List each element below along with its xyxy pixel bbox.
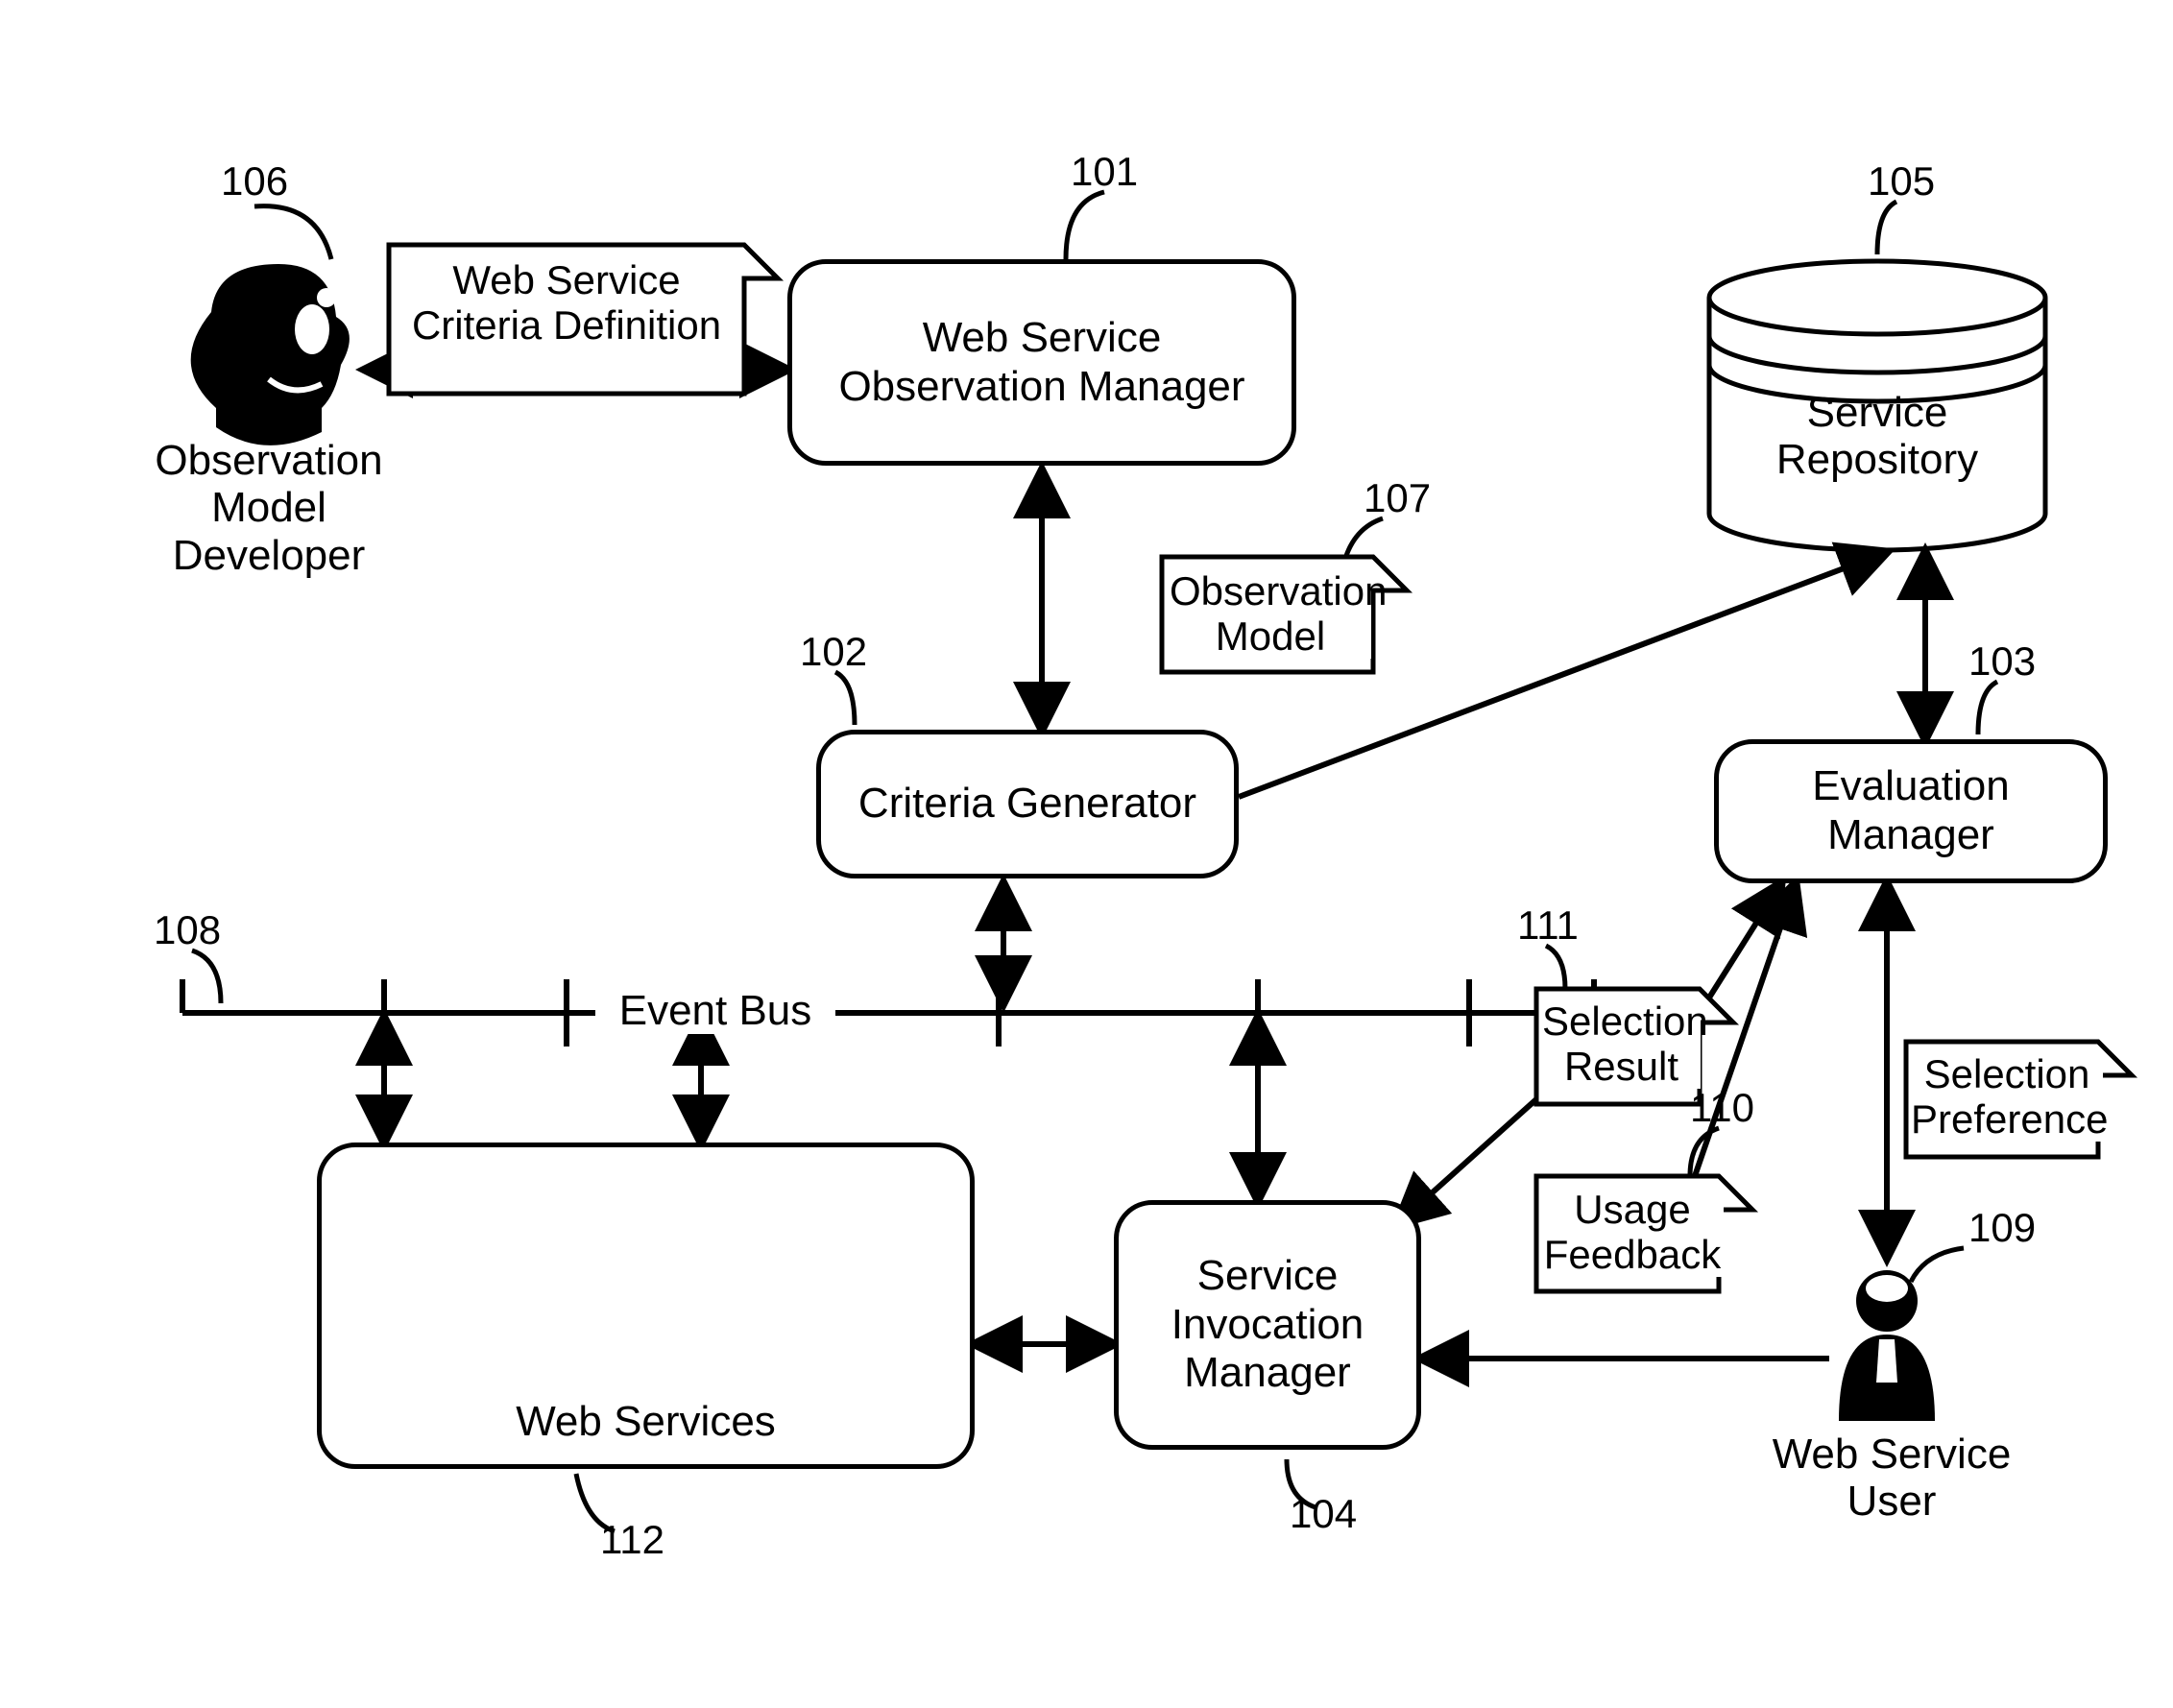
ref-107: 107	[1364, 475, 1431, 521]
ref-106: 106	[221, 158, 288, 204]
tag-selection-preference: Selection Preference	[1911, 1051, 2103, 1142]
ref-104: 104	[1290, 1491, 1357, 1537]
node-evaluation-manager: Evaluation Manager	[1714, 739, 2108, 883]
ref-108: 108	[154, 907, 221, 953]
actor-observation-developer: Observation Model Developer	[134, 437, 403, 579]
ref-103: 103	[1968, 638, 2036, 685]
node-service-repository: Service Repository	[1757, 389, 1997, 484]
tag-usage-feedback: Usage Feedback	[1541, 1187, 1724, 1277]
ref-105: 105	[1868, 158, 1935, 204]
actor-web-service-user: Web Service User	[1757, 1431, 2026, 1526]
ref-110: 110	[1690, 1085, 1754, 1131]
tag-observation-model: Observation Model	[1170, 568, 1371, 659]
tag-selection-result: Selection Result	[1542, 998, 1701, 1089]
node-criteria-generator: Criteria Generator	[816, 730, 1239, 878]
event-bus-label: Event Bus	[595, 987, 835, 1034]
ref-112: 112	[600, 1517, 664, 1563]
node-observation-manager: Web Service Observation Manager	[787, 259, 1296, 466]
tag-criteria-definition: Web Service Criteria Definition	[398, 257, 735, 348]
ref-109: 109	[1968, 1205, 2036, 1251]
ref-111: 111	[1517, 902, 1579, 949]
node-invocation-manager: Service Invocation Manager	[1114, 1200, 1421, 1450]
ref-101: 101	[1071, 149, 1138, 195]
node-web-services: Web Services	[317, 1143, 975, 1469]
ref-102: 102	[800, 629, 867, 675]
